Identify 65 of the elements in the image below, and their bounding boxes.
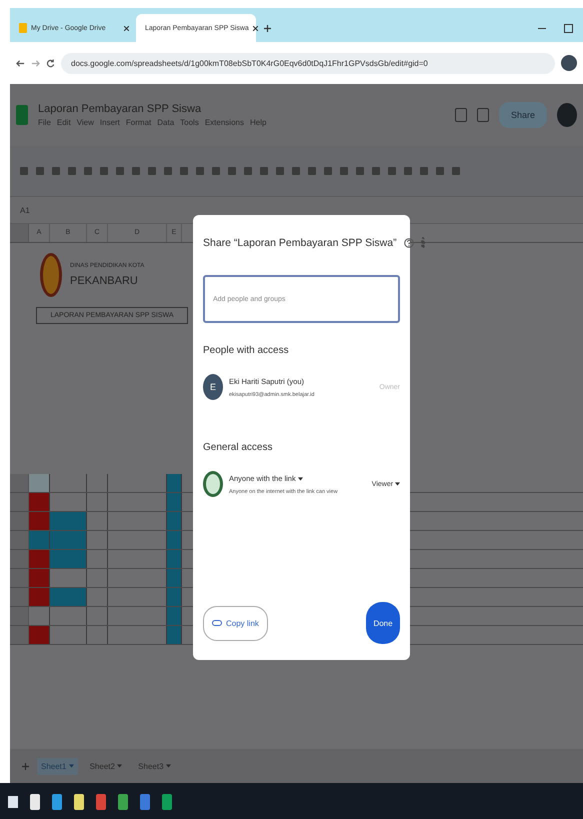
taskbar-app-icon[interactable]	[52, 794, 62, 810]
new-tab-icon[interactable]	[264, 25, 271, 32]
row-header[interactable]	[10, 607, 29, 625]
menu-item[interactable]: Edit	[56, 118, 71, 127]
account-avatar[interactable]	[557, 103, 577, 127]
user-avatar: E	[203, 374, 223, 400]
row-header[interactable]	[10, 550, 29, 568]
copy-link-button[interactable]: Copy link	[203, 606, 268, 640]
sheets-logo-icon	[16, 105, 28, 125]
cell-reference[interactable]: A1	[20, 206, 30, 214]
share-button[interactable]: Share	[498, 102, 547, 128]
sheet-tab[interactable]: Sheet3	[134, 758, 175, 774]
sheet-tab[interactable]: Sheet2	[86, 758, 126, 774]
row-header[interactable]	[10, 588, 29, 606]
row-header[interactable]	[10, 512, 29, 530]
menu-item[interactable]: Insert	[100, 118, 120, 127]
caret-icon	[68, 764, 74, 768]
caret-icon	[166, 764, 171, 768]
section-heading: People with access	[203, 345, 290, 356]
emblem-icon	[40, 253, 62, 297]
dialog-title: Share “Laporan Pembayaran SPP Siswa”	[203, 237, 397, 249]
windows-start-icon[interactable]	[8, 796, 18, 808]
sheet-tab[interactable]: Sheet1	[37, 758, 78, 774]
back-icon[interactable]	[16, 58, 25, 68]
profile-avatar[interactable]	[561, 55, 577, 71]
menu-item[interactable]: Format	[126, 118, 152, 127]
row-header[interactable]	[10, 626, 29, 644]
row-header[interactable]	[10, 569, 29, 587]
taskbar-app-icon[interactable]	[140, 794, 150, 810]
close-icon[interactable]	[124, 26, 129, 30]
row-header[interactable]	[10, 531, 29, 549]
drive-icon	[19, 23, 27, 33]
document-title[interactable]: Laporan Pembayaran SPP Siswa	[38, 103, 445, 115]
address-bar[interactable]: docs.google.com/spreadsheets/d/1g00kmT08ebSbT0K4rG0Eqv6d0tDqJ1Fhr1GPVsdsGb/edit#gid=0	[61, 52, 555, 74]
taskbar-app-icon[interactable]	[118, 794, 128, 810]
forward-icon[interactable]	[31, 58, 40, 68]
maximize-icon[interactable]	[564, 24, 573, 32]
select-all-corner[interactable]	[10, 224, 29, 242]
taskbar-app-icon[interactable]	[96, 794, 106, 810]
caret-icon	[298, 476, 303, 481]
taskbar-app-icon[interactable]	[74, 794, 84, 810]
caret-icon	[395, 482, 400, 486]
globe-icon	[203, 471, 223, 497]
help-icon[interactable]	[404, 238, 414, 248]
menu-item[interactable]: Data	[157, 118, 174, 127]
menu-item[interactable]: Tools	[180, 118, 199, 127]
add-sheet-icon[interactable]	[22, 762, 29, 770]
row-header[interactable]	[10, 474, 29, 492]
caret-icon	[117, 764, 122, 768]
menu-item[interactable]: View	[76, 118, 94, 127]
menu-item[interactable]: Help	[250, 118, 266, 127]
row-header[interactable]	[10, 493, 29, 511]
menu-item[interactable]: Extensions	[204, 118, 244, 127]
menu-item[interactable]: File	[38, 118, 51, 127]
history-icon[interactable]	[454, 108, 467, 122]
reload-icon[interactable]	[46, 58, 55, 68]
taskbar-app-icon[interactable]	[30, 794, 40, 810]
link-icon	[212, 620, 222, 626]
taskbar-app-icon[interactable]	[162, 794, 172, 810]
comment-icon[interactable]	[476, 108, 489, 122]
settings-icon[interactable]	[420, 237, 425, 249]
close-icon[interactable]	[252, 26, 258, 30]
city-name: PEKANBARU	[70, 275, 139, 287]
section-heading: General access	[203, 442, 274, 453]
done-button[interactable]: Done	[366, 602, 400, 644]
